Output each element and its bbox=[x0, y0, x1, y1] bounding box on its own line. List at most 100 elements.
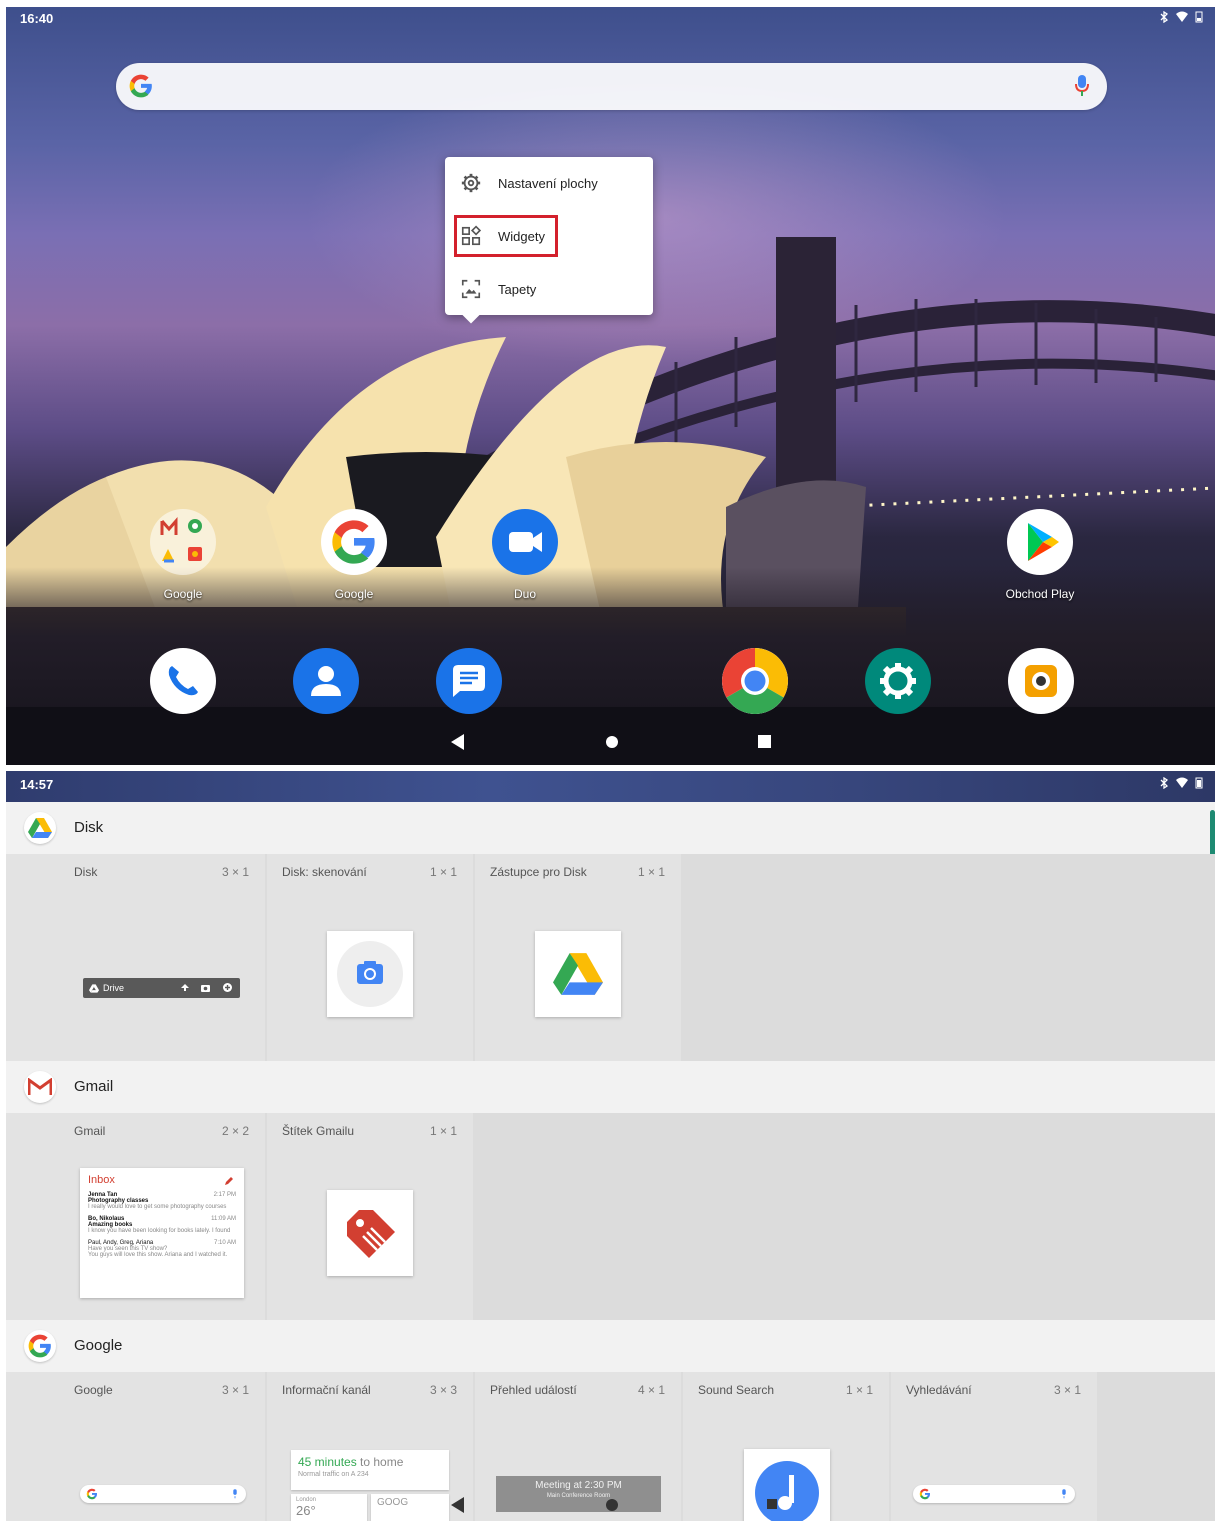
widget-name: Přehled událostí bbox=[490, 1383, 577, 1397]
add-icon bbox=[223, 982, 232, 992]
widget-size: 3 × 3 bbox=[429, 1383, 457, 1397]
app-label: Obchod Play bbox=[1005, 587, 1075, 601]
gmail-time: 7:10 AM bbox=[213, 1240, 236, 1246]
widget-size: 4 × 1 bbox=[637, 1383, 665, 1397]
feed-headline-rest: to home bbox=[356, 1455, 404, 1469]
navigation-bar bbox=[6, 729, 1215, 765]
widget-gmail-label[interactable]: Štítek Gmailu 1 × 1 bbox=[267, 1113, 473, 1320]
section-disk: Disk bbox=[6, 802, 1215, 860]
contacts-icon[interactable] bbox=[293, 648, 359, 714]
highlight-annotation bbox=[454, 215, 558, 257]
status-bar: 16:40 bbox=[6, 7, 1215, 31]
upload-icon bbox=[180, 983, 189, 991]
gmail-snippet: I really would love to get some photogra… bbox=[88, 1204, 227, 1210]
scan-camera-icon bbox=[337, 941, 403, 1007]
wifi-icon bbox=[1176, 777, 1188, 788]
widget-size: 1 × 1 bbox=[429, 1124, 457, 1138]
menu-item-wallpapers[interactable]: Tapety bbox=[445, 263, 653, 315]
widget-name: Vyhledávání bbox=[906, 1383, 972, 1397]
app-google[interactable]: Google bbox=[304, 509, 404, 601]
widget-name: Disk bbox=[74, 865, 98, 879]
app-google-folder[interactable]: Google bbox=[133, 509, 233, 601]
widget-size: 1 × 1 bbox=[845, 1383, 873, 1397]
drive-widget-preview: Drive bbox=[83, 978, 240, 998]
widget-preview bbox=[327, 1190, 413, 1276]
widget-size: 3 × 1 bbox=[221, 865, 249, 879]
gmail-snippet: You guys will love this show. Ariana and… bbox=[88, 1252, 228, 1258]
phone-icon[interactable] bbox=[150, 648, 216, 714]
widget-size: 1 × 1 bbox=[637, 865, 665, 879]
google-search-bar[interactable] bbox=[116, 63, 1107, 110]
app-duo[interactable]: Duo bbox=[475, 509, 575, 601]
app-label: Google bbox=[163, 587, 203, 601]
widget-size: 2 × 2 bbox=[221, 1124, 249, 1138]
recents-icon[interactable] bbox=[758, 735, 772, 749]
label-tag-icon bbox=[347, 1210, 395, 1258]
wallpaper-icon bbox=[461, 279, 481, 299]
gmail-time: 2:17 PM bbox=[213, 1192, 236, 1198]
menu-item-label: Nastavení plochy bbox=[498, 175, 598, 191]
widget-name: Zástupce pro Disk bbox=[490, 865, 587, 879]
section-title: Disk bbox=[74, 819, 104, 836]
home-screen: 16:40 Nastavení plochy Widgety Tapety Go… bbox=[6, 7, 1215, 765]
scrollbar[interactable] bbox=[1210, 810, 1215, 860]
compose-icon bbox=[225, 1177, 233, 1185]
disk-widgets-row: Disk 3 × 1 Drive Disk: skenování 1 × 1 Z… bbox=[6, 854, 1215, 1061]
section-google: Google bbox=[6, 1320, 1215, 1372]
gmail-inbox-header: Inbox bbox=[88, 1174, 115, 1186]
widget-size: 3 × 1 bbox=[221, 1383, 249, 1397]
menu-item-label: Tapety bbox=[498, 281, 537, 297]
widget-disk-scan[interactable]: Disk: skenování 1 × 1 bbox=[267, 854, 473, 1061]
widgets-screen: 14:57 Disk Disk 3 × 1 Drive Disk: skenov… bbox=[6, 771, 1215, 1521]
app-label: Duo bbox=[513, 587, 536, 601]
widget-gmail[interactable]: Gmail 2 × 2 Inbox Jenna Tan Photography … bbox=[6, 1113, 265, 1320]
widget-disk-shortcut[interactable]: Zástupce pro Disk 1 × 1 bbox=[475, 854, 681, 1061]
chrome-icon[interactable] bbox=[722, 648, 788, 714]
menu-item-home-settings[interactable]: Nastavení plochy bbox=[445, 157, 653, 209]
google-folder-icon bbox=[150, 509, 216, 575]
drive-icon bbox=[89, 983, 99, 993]
widget-name: Štítek Gmailu bbox=[282, 1124, 355, 1138]
play-store-icon bbox=[1007, 509, 1073, 575]
mic-icon[interactable] bbox=[1075, 75, 1089, 97]
drive-widget-actions bbox=[180, 982, 232, 994]
settings-icon[interactable] bbox=[865, 648, 931, 714]
battery-icon bbox=[1195, 777, 1203, 789]
camera-icon[interactable] bbox=[1008, 648, 1074, 714]
status-time: 14:57 bbox=[20, 777, 54, 792]
status-time: 16:40 bbox=[20, 11, 54, 26]
widget-preview bbox=[327, 931, 413, 1017]
app-play-store[interactable]: Obchod Play bbox=[990, 509, 1090, 601]
drive-icon bbox=[553, 953, 603, 995]
navigation-bar bbox=[6, 1487, 1215, 1521]
gmail-time: 11:09 AM bbox=[211, 1216, 236, 1222]
back-icon[interactable] bbox=[451, 1497, 465, 1513]
google-icon bbox=[24, 1330, 56, 1362]
battery-icon bbox=[1195, 11, 1203, 23]
feed-headline-highlight: 45 minutes bbox=[298, 1455, 357, 1469]
home-context-menu: Nastavení plochy Widgety Tapety bbox=[445, 157, 653, 324]
gmail-widgets-row: Gmail 2 × 2 Inbox Jenna Tan Photography … bbox=[6, 1113, 1215, 1320]
gmail-snippet: I know you have been looking for books l… bbox=[88, 1228, 231, 1234]
widget-name: Sound Search bbox=[698, 1383, 775, 1397]
gear-icon bbox=[461, 173, 481, 193]
home-button-icon[interactable] bbox=[605, 1498, 619, 1512]
drive-widget-label: Drive bbox=[103, 983, 125, 993]
google-g-icon bbox=[129, 74, 152, 98]
feed-subline: Normal traffic on A 234 bbox=[298, 1471, 369, 1478]
widget-name: Google bbox=[74, 1383, 113, 1397]
home-button-icon[interactable] bbox=[605, 735, 619, 749]
gmail-widget-preview: Inbox Jenna Tan Photography classes I re… bbox=[80, 1168, 244, 1298]
app-label: Google bbox=[334, 587, 374, 601]
widget-disk[interactable]: Disk 3 × 1 Drive bbox=[6, 854, 265, 1061]
gmail-icon bbox=[24, 1071, 56, 1103]
messages-icon[interactable] bbox=[436, 648, 502, 714]
section-title: Gmail bbox=[74, 1078, 114, 1095]
feed-preview-card: 45 minutes to home Normal traffic on A 2… bbox=[291, 1450, 449, 1490]
gmail-item: Bo, Nikolaus Amazing books I know you ha… bbox=[88, 1216, 236, 1234]
back-icon[interactable] bbox=[451, 734, 465, 750]
gmail-item: Jenna Tan Photography classes I really w… bbox=[88, 1192, 236, 1210]
widget-size: 1 × 1 bbox=[429, 865, 457, 879]
widget-preview bbox=[535, 931, 621, 1017]
wifi-icon bbox=[1176, 11, 1188, 22]
